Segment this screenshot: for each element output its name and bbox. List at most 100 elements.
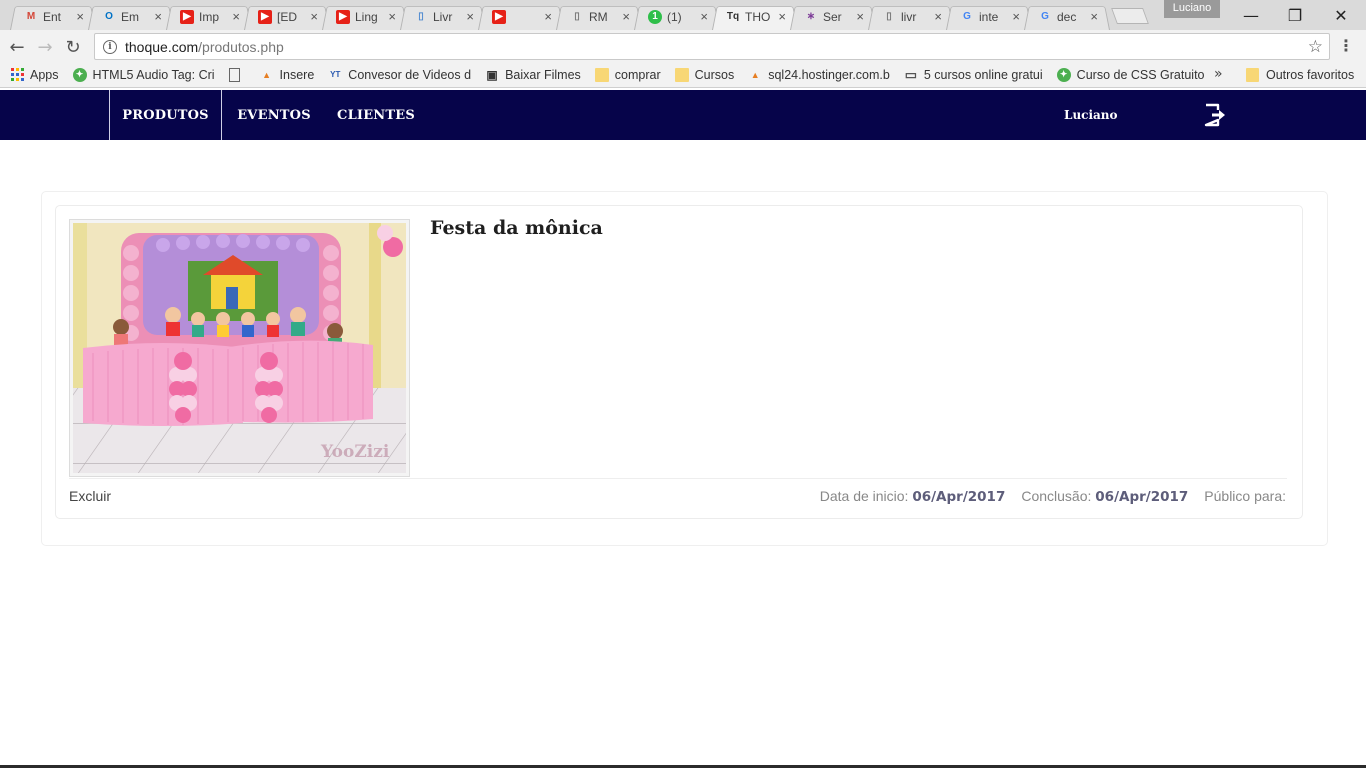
- bookmark-item[interactable]: YT Convesor de Videos d: [328, 68, 471, 82]
- tab-title: Livr: [433, 9, 453, 24]
- nav-produtos[interactable]: PRODUTOS: [109, 90, 222, 140]
- tab-close-icon[interactable]: ×: [232, 9, 240, 24]
- tab-close-icon[interactable]: ×: [622, 9, 630, 24]
- tab-close-icon[interactable]: ×: [154, 9, 162, 24]
- browser-tab[interactable]: ▯ livr ×: [868, 3, 946, 30]
- browser-menu-icon[interactable]: ⋮: [1338, 36, 1354, 55]
- clapper-icon: ▣: [486, 67, 498, 82]
- page-icon: [228, 67, 240, 82]
- bookmarks-bar: Apps ✦ HTML5 Audio Tag: Cri ▲ Insere YT Conves…: [0, 62, 1366, 88]
- user-name[interactable]: Luciano: [1064, 90, 1118, 140]
- browser-tab[interactable]: ▯ RM ×: [556, 3, 634, 30]
- tab-close-icon[interactable]: ×: [856, 9, 864, 24]
- apps-icon: [10, 68, 24, 82]
- new-tab-button[interactable]: [1111, 8, 1149, 24]
- bookmark-label: HTML5 Audio Tag: Cri: [92, 67, 215, 82]
- browser-tab[interactable]: ∗ Ser ×: [790, 3, 868, 30]
- bookmark-item[interactable]: Apps: [10, 68, 59, 82]
- tab-close-icon[interactable]: ×: [310, 9, 318, 24]
- folder-icon: [594, 67, 609, 82]
- tab-title: Ser: [823, 9, 842, 24]
- bookmark-item[interactable]: ▣ Baixar Filmes: [485, 67, 580, 82]
- tab-close-icon[interactable]: ×: [76, 9, 84, 24]
- bookmark-item[interactable]: comprar: [594, 67, 661, 82]
- bookmark-label: sql24.hostinger.com.b: [768, 67, 890, 82]
- browser-tab[interactable]: ▶ Ling ×: [322, 3, 400, 30]
- page-icon: ▯: [574, 11, 580, 22]
- browser-tab[interactable]: Tq THO ×: [712, 3, 790, 30]
- tab-close-icon[interactable]: ×: [388, 9, 396, 24]
- party-decoration-image: YooZizi: [73, 223, 406, 473]
- site-info-icon[interactable]: i: [103, 39, 117, 54]
- card-divider: [69, 478, 1287, 479]
- tab-title: Em: [121, 9, 139, 24]
- profile-button[interactable]: Luciano: [1164, 0, 1220, 18]
- address-bar[interactable]: i thoque.com/produtos.php ☆: [94, 33, 1330, 60]
- bookmark-item[interactable]: ▲ sql24.hostinger.com.b: [748, 68, 890, 82]
- start-date-label: Data de inicio:: [819, 488, 909, 504]
- tab-title: (1): [667, 9, 682, 24]
- reload-icon[interactable]: ↻: [62, 36, 84, 58]
- tab-close-icon[interactable]: ×: [1012, 9, 1020, 24]
- nav-clientes[interactable]: CLIENTES: [336, 90, 416, 140]
- logout-icon[interactable]: [1203, 102, 1229, 128]
- tab-title: Imp: [199, 9, 220, 24]
- audience-label: Público para:: [1204, 488, 1286, 504]
- monitor-icon: ▭: [904, 67, 917, 82]
- bookmark-star-icon[interactable]: ☆: [1308, 37, 1323, 57]
- minimize-icon[interactable]: —: [1228, 0, 1274, 30]
- bookmarks-overflow-icon[interactable]: »: [1214, 66, 1223, 82]
- tab-title: Ling: [355, 9, 378, 24]
- youtube-icon: ▶: [258, 9, 272, 24]
- bookmark-item[interactable]: ✦ HTML5 Audio Tag: Cri: [72, 67, 215, 82]
- tq-icon: Tq: [726, 11, 740, 22]
- bookmark-label: Convesor de Videos d: [348, 67, 472, 82]
- yt-mp3-icon: YT: [330, 70, 341, 79]
- bookmark-item[interactable]: ✦ Curso de CSS Gratuito: [1056, 67, 1205, 82]
- nav-eventos[interactable]: EVENTOS: [234, 90, 314, 140]
- browser-tab[interactable]: 1 (1) ×: [634, 3, 712, 30]
- page-icon: ▯: [886, 11, 892, 22]
- browser-tab[interactable]: ▶ ×: [478, 3, 556, 30]
- browser-tab[interactable]: ▶ Imp ×: [166, 3, 244, 30]
- bookmark-item[interactable]: ▲ Insere: [260, 68, 314, 82]
- tab-close-icon[interactable]: ×: [544, 9, 552, 24]
- browser-tab[interactable]: Gdec ×: [1024, 3, 1102, 30]
- bookmark-label: comprar: [614, 67, 661, 82]
- end-date-value: 06/Apr/2017: [1095, 489, 1189, 505]
- watermark-text: YooZizi: [320, 442, 390, 462]
- other-bookmarks[interactable]: Outros favoritos: [1246, 68, 1354, 82]
- end-date-field: Conclusão: 06/Apr/2017: [1021, 488, 1188, 505]
- book-icon: ▯: [418, 11, 424, 22]
- url-text: thoque.com/produtos.php: [125, 39, 284, 55]
- event-title[interactable]: Festa da mônica: [430, 217, 603, 239]
- bookmark-item[interactable]: ▭ 5 cursos online gratui: [904, 68, 1043, 82]
- browser-tab[interactable]: ▶ [ED ×: [244, 3, 322, 30]
- tab-close-icon[interactable]: ×: [466, 9, 474, 24]
- browser-toolbar: ← → ↻ i thoque.com/produtos.php ☆: [0, 30, 1366, 62]
- tab-title: [ED: [277, 9, 298, 24]
- other-bookmarks-label: Outros favoritos: [1266, 68, 1355, 82]
- tab-title: Ent: [43, 9, 62, 24]
- browser-tab[interactable]: ▯ Livr ×: [400, 3, 478, 30]
- close-window-icon[interactable]: ✕: [1318, 0, 1364, 30]
- restore-icon[interactable]: ❐: [1272, 0, 1318, 30]
- browser-tab[interactable]: O Em ×: [88, 3, 166, 30]
- browser-tab[interactable]: M Ent ×: [10, 3, 88, 30]
- url-path: /produtos.php: [198, 38, 284, 55]
- bookmark-item[interactable]: [228, 67, 246, 82]
- event-photo[interactable]: YooZizi: [69, 219, 410, 477]
- back-icon[interactable]: ←: [6, 36, 28, 58]
- forward-icon[interactable]: →: [34, 36, 56, 58]
- tab-close-icon[interactable]: ×: [778, 9, 786, 24]
- browser-tab[interactable]: Ginte ×: [946, 3, 1024, 30]
- delete-event-link[interactable]: Excluir: [69, 488, 111, 504]
- tab-title: THO: [745, 9, 771, 24]
- bookmark-item[interactable]: Cursos: [674, 67, 734, 82]
- start-date-field: Data de inicio: 06/Apr/2017: [820, 488, 1006, 505]
- tab-close-icon[interactable]: ×: [934, 9, 942, 24]
- gmail-icon: M: [26, 11, 36, 22]
- tab-close-icon[interactable]: ×: [700, 9, 708, 24]
- tab-close-icon[interactable]: ×: [1090, 9, 1098, 24]
- event-meta: Data de inicio: 06/Apr/2017 Conclusão: 0…: [820, 488, 1286, 505]
